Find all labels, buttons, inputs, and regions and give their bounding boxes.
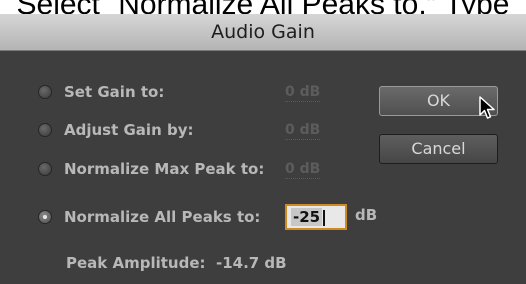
peak-amplitude-readout: Peak Amplitude: -14.7 dB: [66, 254, 287, 272]
adjust-gain-value[interactable]: 0 dB: [285, 121, 321, 140]
option-set-gain[interactable]: Set Gain to:: [38, 80, 164, 104]
radio-icon[interactable]: [38, 123, 52, 137]
input-selected-text: -25: [291, 208, 323, 226]
text-caret: [323, 209, 326, 226]
audio-gain-dialog: Audio Gain Set Gain to: 0 dB Adjust Gain…: [0, 14, 526, 284]
set-gain-value[interactable]: 0 dB: [285, 83, 321, 102]
option-label-normalize-max-peak: Normalize Max Peak to:: [64, 160, 265, 178]
radio-icon[interactable]: [38, 210, 52, 224]
unit-label: dB: [355, 206, 378, 224]
peak-amplitude-label: Peak Amplitude:: [66, 254, 206, 272]
option-label-normalize-all-peaks: Normalize All Peaks to:: [64, 208, 261, 226]
option-label-set-gain: Set Gain to:: [64, 83, 165, 101]
mouse-pointer-icon: [479, 96, 495, 119]
option-label-adjust-gain: Adjust Gain by:: [64, 121, 194, 139]
radio-icon[interactable]: [38, 162, 52, 176]
normalize-all-peaks-input[interactable]: -25: [285, 204, 347, 230]
normalize-max-peak-value[interactable]: 0 dB: [285, 160, 321, 179]
cancel-button[interactable]: Cancel: [379, 134, 498, 164]
dialog-title: Audio Gain: [0, 14, 526, 51]
option-normalize-all-peaks[interactable]: Normalize All Peaks to:: [38, 205, 260, 229]
option-adjust-gain[interactable]: Adjust Gain by:: [38, 118, 193, 142]
peak-amplitude-value: -14.7 dB: [215, 254, 287, 272]
radio-icon[interactable]: [38, 85, 52, 99]
option-normalize-max-peak[interactable]: Normalize Max Peak to:: [38, 157, 264, 181]
